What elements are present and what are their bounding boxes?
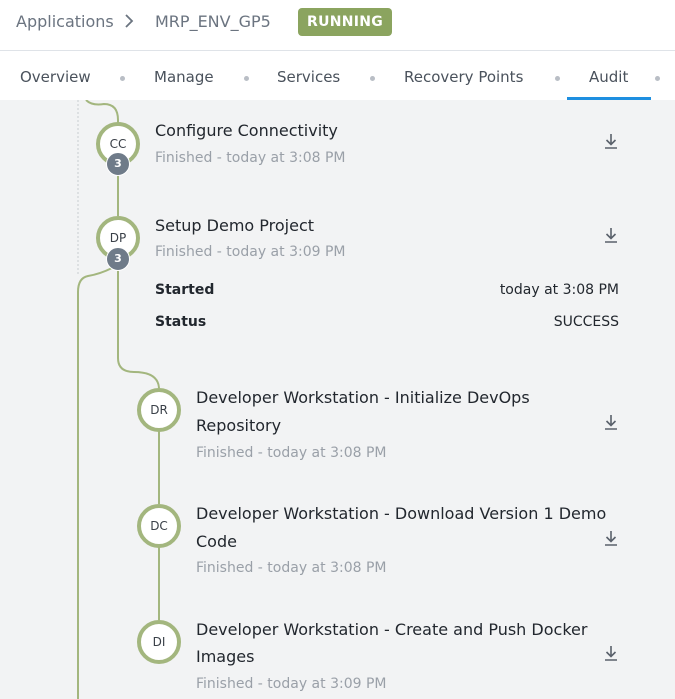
task-title-line1: Developer Workstation - Create and Push … bbox=[196, 620, 588, 639]
audit-timeline: CC 3 Configure Connectivity Finished - t… bbox=[0, 100, 675, 699]
tab-recovery-points[interactable]: Recovery Points bbox=[404, 67, 523, 87]
download-icon[interactable] bbox=[604, 226, 618, 244]
task-status: Finished - today at 3:08 PM bbox=[196, 445, 387, 461]
tab-manage[interactable]: Manage bbox=[154, 67, 214, 87]
download-icon[interactable] bbox=[604, 413, 618, 431]
tab-services[interactable]: Services bbox=[277, 67, 340, 87]
detail-started-value: today at 3:08 PM bbox=[499, 282, 619, 298]
download-icon[interactable] bbox=[604, 529, 618, 547]
tab-separator-dot bbox=[555, 76, 560, 81]
tab-overview[interactable]: Overview bbox=[20, 67, 91, 87]
download-icon[interactable] bbox=[604, 644, 618, 662]
chevron-right-icon bbox=[124, 12, 134, 34]
breadcrumb-current: MRP_ENV_GP5 bbox=[155, 12, 271, 31]
task-title-line2: Images bbox=[196, 647, 255, 666]
detail-started-label: Started bbox=[155, 282, 215, 298]
task-count-badge: 3 bbox=[106, 152, 130, 176]
tab-separator-dot bbox=[244, 76, 249, 81]
task-title-line1: Developer Workstation - Initialize DevOp… bbox=[196, 388, 530, 407]
tab-audit[interactable]: Audit bbox=[589, 67, 628, 87]
tab-separator-dot bbox=[120, 76, 125, 81]
task-title: Configure Connectivity bbox=[155, 121, 338, 140]
task-status: Finished - today at 3:08 PM bbox=[155, 150, 346, 166]
task-avatar-dr: DR bbox=[137, 388, 181, 432]
task-title-line2: Code bbox=[196, 532, 237, 551]
task-title-line2: Repository bbox=[196, 416, 282, 435]
detail-status-label: Status bbox=[155, 314, 207, 330]
task-status: Finished - today at 3:08 PM bbox=[196, 560, 387, 576]
task-status: Finished - today at 3:09 PM bbox=[196, 676, 387, 692]
task-count-badge: 3 bbox=[106, 247, 130, 271]
task-title-line1: Developer Workstation - Download Version… bbox=[196, 504, 607, 523]
tab-separator-dot bbox=[370, 76, 375, 81]
task-avatar-di: DI bbox=[137, 620, 181, 664]
tab-separator-dot bbox=[655, 76, 660, 81]
download-icon[interactable] bbox=[604, 132, 618, 150]
breadcrumb-applications[interactable]: Applications bbox=[16, 12, 114, 32]
task-status: Finished - today at 3:09 PM bbox=[155, 244, 346, 260]
tab-bar: Overview Manage Services Recovery Points… bbox=[0, 50, 675, 101]
task-title: Setup Demo Project bbox=[155, 216, 315, 235]
task-avatar-dc: DC bbox=[137, 504, 181, 548]
status-badge: RUNNING bbox=[298, 8, 393, 36]
app-header: Applications MRP_ENV_GP5 RUNNING bbox=[0, 0, 675, 50]
detail-status-value: SUCCESS bbox=[553, 314, 619, 330]
